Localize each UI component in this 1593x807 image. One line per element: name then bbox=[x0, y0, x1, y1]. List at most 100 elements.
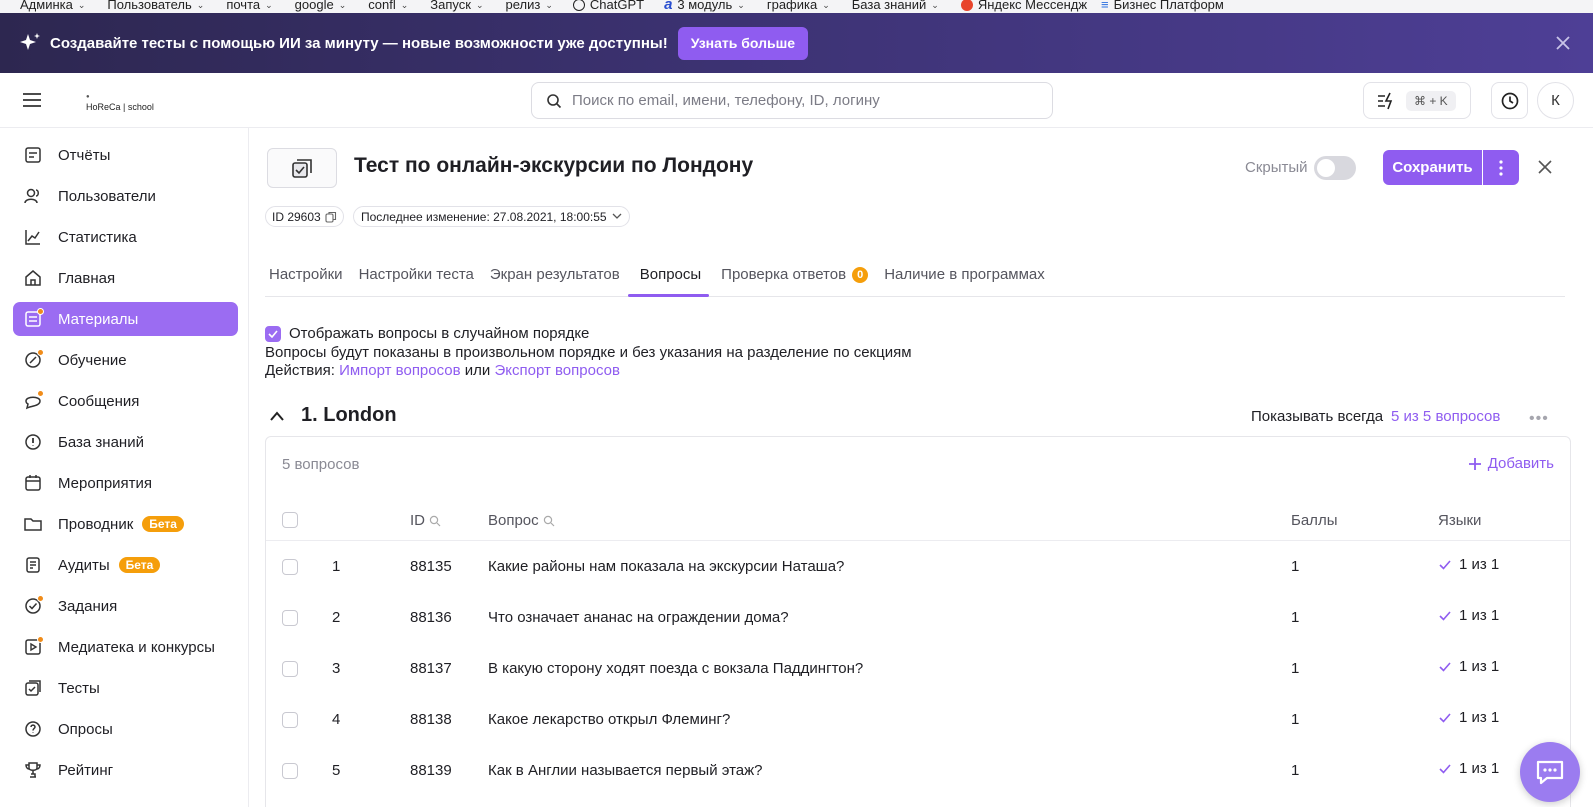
menu-icon[interactable] bbox=[22, 92, 42, 108]
questions-panel: 5 вопросов Добавить ID Вопрос Баллы Язык… bbox=[265, 436, 1571, 807]
bookmark-user[interactable]: Пользователь ⌄ bbox=[107, 0, 204, 11]
logo[interactable]: ● HoReCa | school bbox=[86, 92, 154, 112]
sidebar-item-audits[interactable]: Аудиты Бета bbox=[13, 548, 238, 582]
row-checkbox[interactable] bbox=[282, 559, 298, 575]
sidebar-item-events[interactable]: Мероприятия bbox=[13, 466, 238, 500]
sidebar-item-tests[interactable]: Тесты bbox=[13, 671, 238, 705]
sidebar-item-stats[interactable]: Статистика bbox=[13, 220, 238, 254]
bookmark-chatgpt[interactable]: ChatGPT bbox=[572, 0, 645, 12]
languages-value: 1 из 1 bbox=[1459, 709, 1500, 726]
random-order-checkbox[interactable] bbox=[265, 325, 281, 342]
column-question[interactable]: Вопрос bbox=[488, 512, 555, 529]
tab-in-programs[interactable]: Наличие в программах bbox=[880, 260, 1053, 296]
bookmark-graphics[interactable]: графика ⌄ bbox=[767, 0, 830, 11]
history-button[interactable] bbox=[1491, 82, 1528, 119]
table-row[interactable]: 4 88138 Какое лекарство открыл Флеминг? … bbox=[266, 694, 1570, 745]
import-questions-link[interactable]: Импорт вопросов bbox=[339, 362, 461, 379]
search-icon[interactable] bbox=[543, 515, 555, 527]
questions-count: 5 вопросов bbox=[282, 456, 360, 473]
sidebar-item-materials[interactable]: Материалы bbox=[13, 302, 238, 336]
table-row[interactable]: 2 88136 Что означает ананас на ограждени… bbox=[266, 592, 1570, 643]
sidebar-item-media[interactable]: Медиатека и конкурсы bbox=[13, 630, 238, 664]
command-palette-button[interactable]: ⌘ + K bbox=[1363, 82, 1471, 119]
search-input[interactable] bbox=[572, 92, 1012, 109]
bookmark-google[interactable]: google ⌄ bbox=[295, 0, 347, 11]
bookmark-yandex[interactable]: Яндекс Мессендж bbox=[960, 0, 1087, 11]
bookmark-label: База знаний bbox=[851, 0, 927, 12]
last-modified-dropdown[interactable]: Последнее изменение: 27.08.2021, 18:00:5… bbox=[353, 206, 630, 227]
row-checkbox[interactable] bbox=[282, 763, 298, 779]
save-button[interactable]: Сохранить bbox=[1383, 150, 1482, 185]
row-question[interactable]: Что означает ананас на ограждении дома? bbox=[488, 609, 789, 626]
bookmark-label: ChatGPT bbox=[589, 0, 645, 12]
sidebar-item-polls[interactable]: Опросы bbox=[13, 712, 238, 746]
copy-icon[interactable] bbox=[325, 211, 337, 223]
sidebar-item-rating[interactable]: Рейтинг bbox=[13, 753, 238, 787]
table-row[interactable]: 5 88139 Как в Англии называется первый э… bbox=[266, 745, 1570, 796]
chevron-up-icon[interactable] bbox=[269, 410, 285, 422]
sidebar-item-explorer[interactable]: Проводник Бета bbox=[13, 507, 238, 541]
bookmark-business[interactable]: ≡ Бизнес Платформ bbox=[1101, 0, 1224, 11]
table-row[interactable]: 3 88137 В какую сторону ходят поезда с в… bbox=[266, 643, 1570, 694]
check-icon bbox=[1439, 559, 1451, 570]
sidebar-item-label: Тесты bbox=[58, 679, 100, 697]
sidebar-item-tasks[interactable]: Задания bbox=[13, 589, 238, 623]
row-question[interactable]: Какое лекарство открыл Флеминг? bbox=[488, 711, 730, 728]
close-icon[interactable] bbox=[1555, 35, 1571, 51]
row-checkbox[interactable] bbox=[282, 610, 298, 626]
bookmark-module[interactable]: a 3 модуль ⌄ bbox=[664, 0, 745, 12]
check-icon bbox=[1439, 661, 1451, 672]
chevron-down-icon: ⌄ bbox=[77, 0, 86, 10]
tab-settings[interactable]: Настройки bbox=[265, 260, 351, 296]
row-id: 88137 bbox=[410, 660, 452, 677]
bookmark-admin[interactable]: Админка ⌄ bbox=[20, 0, 85, 11]
add-question-button[interactable]: Добавить bbox=[1468, 455, 1554, 472]
bookmark-knowledge[interactable]: База знаний ⌄ bbox=[852, 0, 939, 11]
row-question[interactable]: В какую сторону ходят поезда с вокзала П… bbox=[488, 660, 863, 677]
save-options-button[interactable] bbox=[1483, 150, 1519, 185]
sidebar-item-users[interactable]: Пользователи bbox=[13, 179, 238, 213]
sidebar-item-knowledge[interactable]: База знаний bbox=[13, 425, 238, 459]
more-horizontal-icon[interactable]: ••• bbox=[1529, 410, 1549, 428]
search-box[interactable] bbox=[531, 82, 1053, 119]
search-icon[interactable] bbox=[429, 515, 441, 527]
sparkle-icon bbox=[20, 33, 40, 50]
row-languages: 1 из 1 bbox=[1439, 607, 1499, 624]
random-order-option[interactable]: Отображать вопросы в случайном порядке bbox=[265, 325, 589, 342]
check-icon bbox=[1439, 712, 1451, 723]
close-icon[interactable] bbox=[1537, 159, 1553, 175]
row-id: 88138 bbox=[410, 711, 452, 728]
row-question[interactable]: Какие районы нам показала на экскурсии Н… bbox=[488, 558, 844, 575]
column-id[interactable]: ID bbox=[410, 512, 441, 529]
sidebar-item-messages[interactable]: Сообщения bbox=[13, 384, 238, 418]
hidden-label: Скрытый bbox=[1245, 159, 1308, 176]
bookmark-confl[interactable]: confl ⌄ bbox=[368, 0, 408, 11]
avatar[interactable]: К bbox=[1537, 82, 1574, 119]
row-question[interactable]: Как в Англии называется первый этаж? bbox=[488, 762, 763, 779]
row-checkbox[interactable] bbox=[282, 661, 298, 677]
id-badge[interactable]: ID 29603 bbox=[265, 206, 344, 227]
bookmark-release[interactable]: релиз ⌄ bbox=[505, 0, 552, 11]
bookmark-launch[interactable]: Запуск ⌄ bbox=[430, 0, 483, 11]
bookmark-mail[interactable]: почта ⌄ bbox=[226, 0, 272, 11]
row-checkbox[interactable] bbox=[282, 712, 298, 728]
tab-answer-check[interactable]: Проверка ответов 0 bbox=[717, 260, 876, 296]
chevron-down-icon: ⌄ bbox=[737, 0, 745, 10]
tab-results-screen[interactable]: Экран результатов bbox=[486, 260, 628, 296]
learn-more-button[interactable]: Узнать больше bbox=[677, 26, 809, 60]
hidden-toggle[interactable] bbox=[1314, 156, 1356, 180]
tab-questions[interactable]: Вопросы bbox=[627, 260, 710, 297]
sidebar-item-learning[interactable]: Обучение bbox=[13, 343, 238, 377]
tab-label: Настройки теста bbox=[358, 266, 474, 283]
toggle-knob bbox=[1317, 159, 1335, 177]
table-row[interactable]: 1 88135 Какие районы нам показала на экс… bbox=[266, 541, 1570, 592]
row-number: 2 bbox=[332, 609, 341, 626]
sidebar-item-reports[interactable]: Отчёты bbox=[13, 138, 238, 172]
notification-dot bbox=[37, 308, 44, 315]
sidebar-item-home[interactable]: Главная bbox=[13, 261, 238, 295]
select-all-checkbox[interactable] bbox=[282, 512, 298, 528]
questions-count-link[interactable]: 5 из 5 вопросов bbox=[1391, 408, 1500, 425]
tab-test-settings[interactable]: Настройки теста bbox=[355, 260, 482, 296]
chat-button[interactable] bbox=[1520, 742, 1580, 802]
export-questions-link[interactable]: Экспорт вопросов bbox=[494, 362, 619, 379]
